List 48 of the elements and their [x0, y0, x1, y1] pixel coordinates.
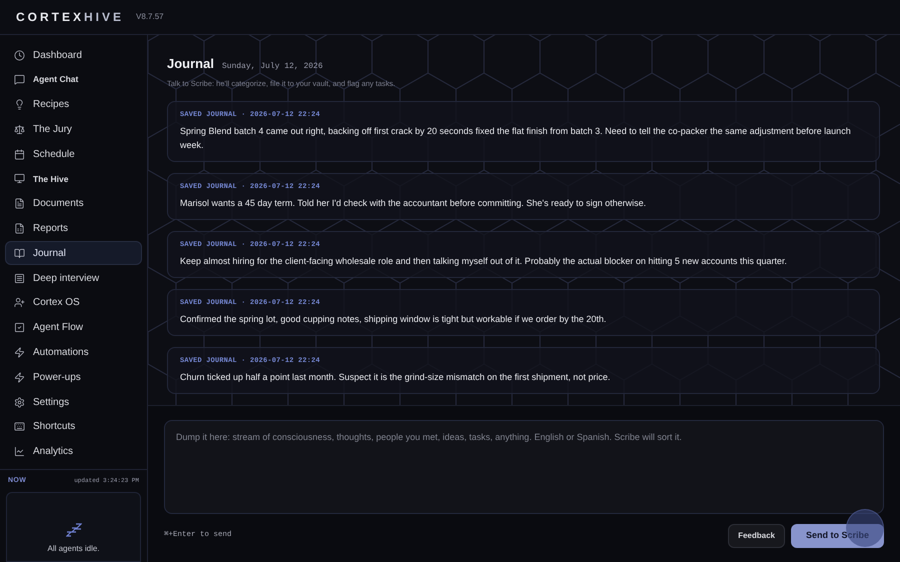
- status-text: All agents idle.: [47, 543, 100, 555]
- clock-icon: [14, 50, 25, 60]
- nav-item[interactable]: The Jury: [5, 117, 142, 142]
- book-icon: [14, 248, 25, 259]
- monitor-icon: [14, 173, 25, 184]
- lightbulb-icon: [14, 99, 25, 110]
- nav-item[interactable]: Cortex OS: [5, 290, 142, 315]
- keyboard-icon: [14, 421, 25, 432]
- page-title: Journal: [167, 55, 214, 73]
- settings-icon: [14, 396, 25, 408]
- nav-item[interactable]: Deep interview: [5, 266, 142, 290]
- nav-item[interactable]: Analytics: [5, 440, 142, 464]
- scale-icon: [14, 124, 25, 135]
- version-label: V8.7.57: [136, 11, 164, 23]
- nav-item[interactable]: The Hive: [5, 166, 142, 191]
- entry-text: Keep almost hiring for the client-facing wholesale role and then talking myself out of it. Probably the actual blocker on hitting 5 new accounts this quarter.: [180, 254, 788, 268]
- nav-item[interactable]: Agent Chat: [5, 68, 142, 92]
- nav-item[interactable]: Recipes: [5, 92, 142, 117]
- nav-item[interactable]: Journal: [5, 241, 142, 266]
- nav-item[interactable]: Settings: [5, 390, 142, 414]
- lightning-icon: [14, 372, 25, 383]
- entry-text: Churn ticked up half a point last month. Suspect it is the grind-size mismatch on the first shipment, not price.: [180, 370, 612, 384]
- sleep-icon: [66, 523, 82, 537]
- list-icon: [14, 272, 25, 284]
- nav-item[interactable]: Shortcuts: [5, 414, 142, 439]
- user-icon: [14, 297, 25, 308]
- entry-text: Marisol wants a 45 day term. Told her I'd check with the accountant before committing. She's ready to sign otherwise.: [180, 196, 648, 210]
- nav-item[interactable]: Power-ups: [5, 365, 142, 390]
- nav-item[interactable]: Dashboard: [5, 43, 142, 67]
- calendar-icon: [14, 148, 25, 160]
- send-button[interactable]: Send to Scribe: [790, 524, 884, 548]
- chart-icon: [14, 446, 25, 458]
- lightning-icon: [14, 347, 25, 358]
- nav-item[interactable]: Automations: [5, 340, 142, 365]
- brand-logo: CORTEX HIVE: [16, 9, 124, 26]
- nav-item[interactable]: Schedule: [5, 142, 142, 166]
- document-icon: [14, 198, 25, 210]
- chat-icon: [14, 74, 25, 86]
- nav-item[interactable]: Documents: [5, 192, 142, 216]
- feedback-button[interactable]: Feedback: [728, 524, 785, 548]
- nav-item[interactable]: Agent Flow: [5, 316, 142, 340]
- page-date: Sunday, July 12, 2026: [222, 61, 323, 73]
- entry-text: Spring Blend batch 4 came out right, backing off first crack by 20 seconds fixed the flat finish from batch 3. Need to tell the co-packer the same adjustment before launch week.: [180, 124, 852, 152]
- report-icon: [14, 223, 25, 234]
- checkbox-icon: [14, 322, 25, 334]
- journal-input[interactable]: Dump it here: stream of consciousness, thoughts, people you met, ideas, tasks, anything. English or Spanish. Scribe will sort it.: [164, 420, 884, 514]
- nav-item[interactable]: Reports: [5, 216, 142, 241]
- entry-text: Confirmed the spring lot, good cupping notes, shipping window is tight but workable if we order by the 20th.: [180, 312, 608, 326]
